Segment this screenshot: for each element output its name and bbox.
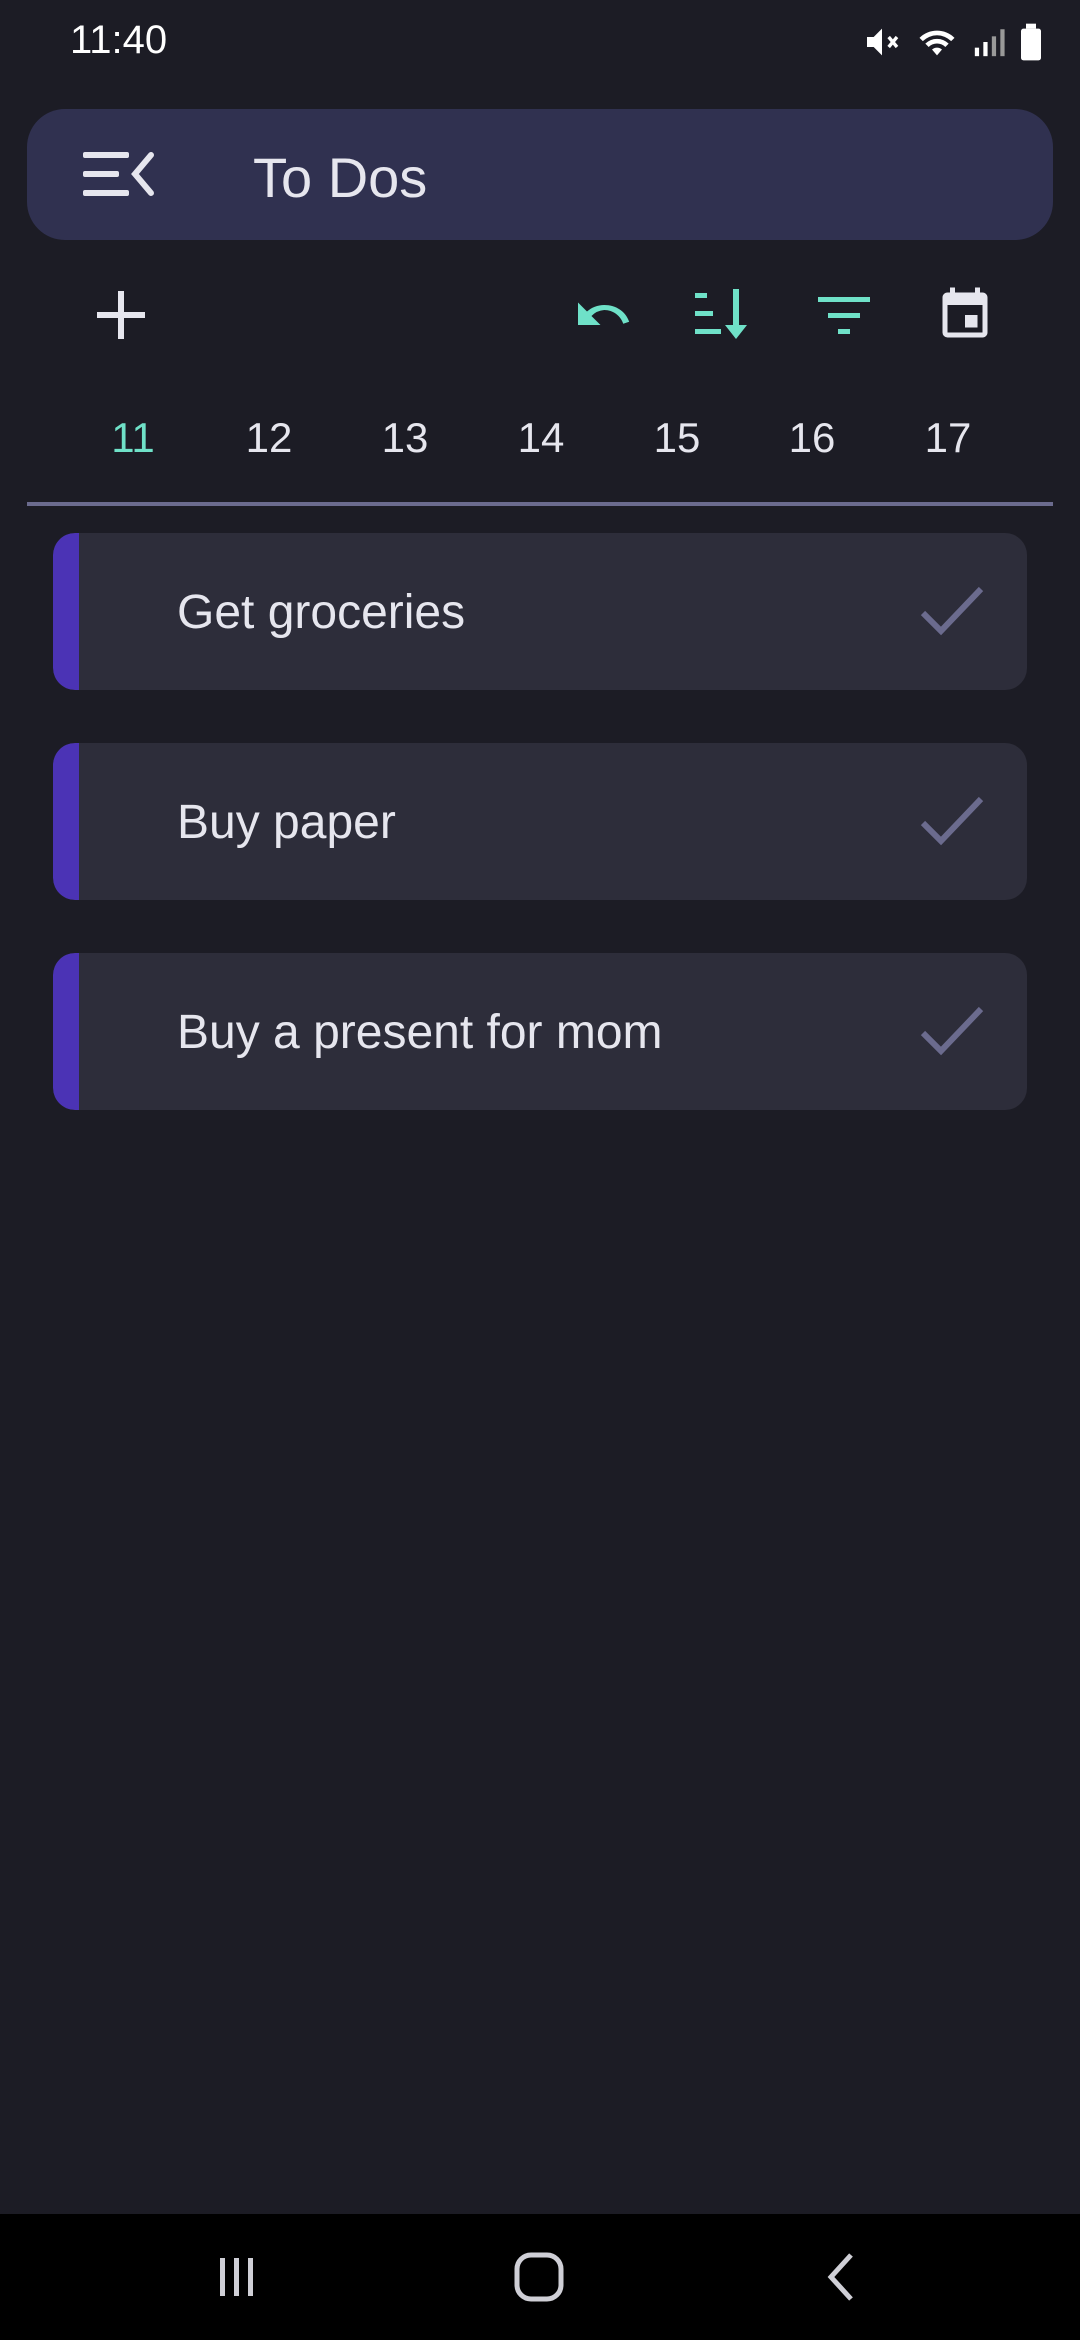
calendar-button[interactable] [920, 270, 1010, 360]
status-icons [862, 22, 1044, 67]
sort-button[interactable] [678, 270, 768, 360]
menu-button[interactable] [79, 139, 169, 209]
battery-icon [1018, 22, 1044, 67]
check-icon [920, 586, 984, 636]
toolbar [0, 270, 1080, 370]
day-11[interactable]: 11 [88, 414, 178, 462]
todo-accent-bar [53, 743, 79, 900]
todo-label: Buy a present for mom [177, 1006, 663, 1059]
add-icon [97, 291, 145, 339]
check-icon [920, 796, 984, 846]
day-13[interactable]: 13 [360, 414, 450, 462]
todo-accent-bar [53, 533, 79, 690]
back-button[interactable] [797, 2242, 887, 2312]
screen: 11:40 To Dos 11 12 13 14 15 16 17 Get gr… [0, 0, 1080, 2340]
home-button[interactable] [494, 2242, 584, 2312]
recents-button[interactable] [191, 2242, 281, 2312]
complete-button[interactable] [917, 995, 987, 1065]
system-nav-bar [0, 2214, 1080, 2340]
day-14[interactable]: 14 [496, 414, 586, 462]
todo-list: Get groceries Buy paper Buy a present fo… [53, 533, 1027, 1163]
day-strip-divider [27, 502, 1053, 506]
calendar-icon [942, 287, 988, 338]
wifi-icon [914, 22, 960, 67]
filter-icon [818, 297, 870, 334]
menu-collapse-icon [83, 152, 154, 196]
todo-item[interactable]: Buy a present for mom [53, 953, 1027, 1110]
todo-label: Get groceries [177, 586, 466, 639]
mute-icon [862, 22, 902, 67]
day-16[interactable]: 16 [767, 414, 857, 462]
day-strip: 11 12 13 14 15 16 17 [27, 400, 1053, 480]
day-12[interactable]: 12 [224, 414, 314, 462]
todo-accent-bar [53, 953, 79, 1110]
undo-icon [578, 302, 630, 325]
app-bar: To Dos [27, 109, 1053, 240]
sort-icon [695, 289, 747, 339]
todo-item[interactable]: Buy paper [53, 743, 1027, 900]
undo-button[interactable] [558, 270, 648, 360]
complete-button[interactable] [917, 785, 987, 855]
recents-icon [220, 2258, 253, 2296]
add-button[interactable] [76, 270, 166, 360]
todo-label: Buy paper [177, 796, 396, 849]
check-icon [920, 1006, 984, 1056]
complete-button[interactable] [917, 575, 987, 645]
back-icon [827, 2253, 853, 2301]
day-15[interactable]: 15 [632, 414, 722, 462]
app-title: To Dos [253, 146, 428, 209]
todo-item[interactable]: Get groceries [53, 533, 1027, 690]
home-icon [514, 2252, 564, 2302]
signal-icon [972, 22, 1006, 67]
day-17[interactable]: 17 [903, 414, 993, 462]
filter-button[interactable] [799, 270, 889, 360]
status-time: 11:40 [70, 18, 168, 62]
status-bar: 11:40 [0, 0, 1080, 90]
